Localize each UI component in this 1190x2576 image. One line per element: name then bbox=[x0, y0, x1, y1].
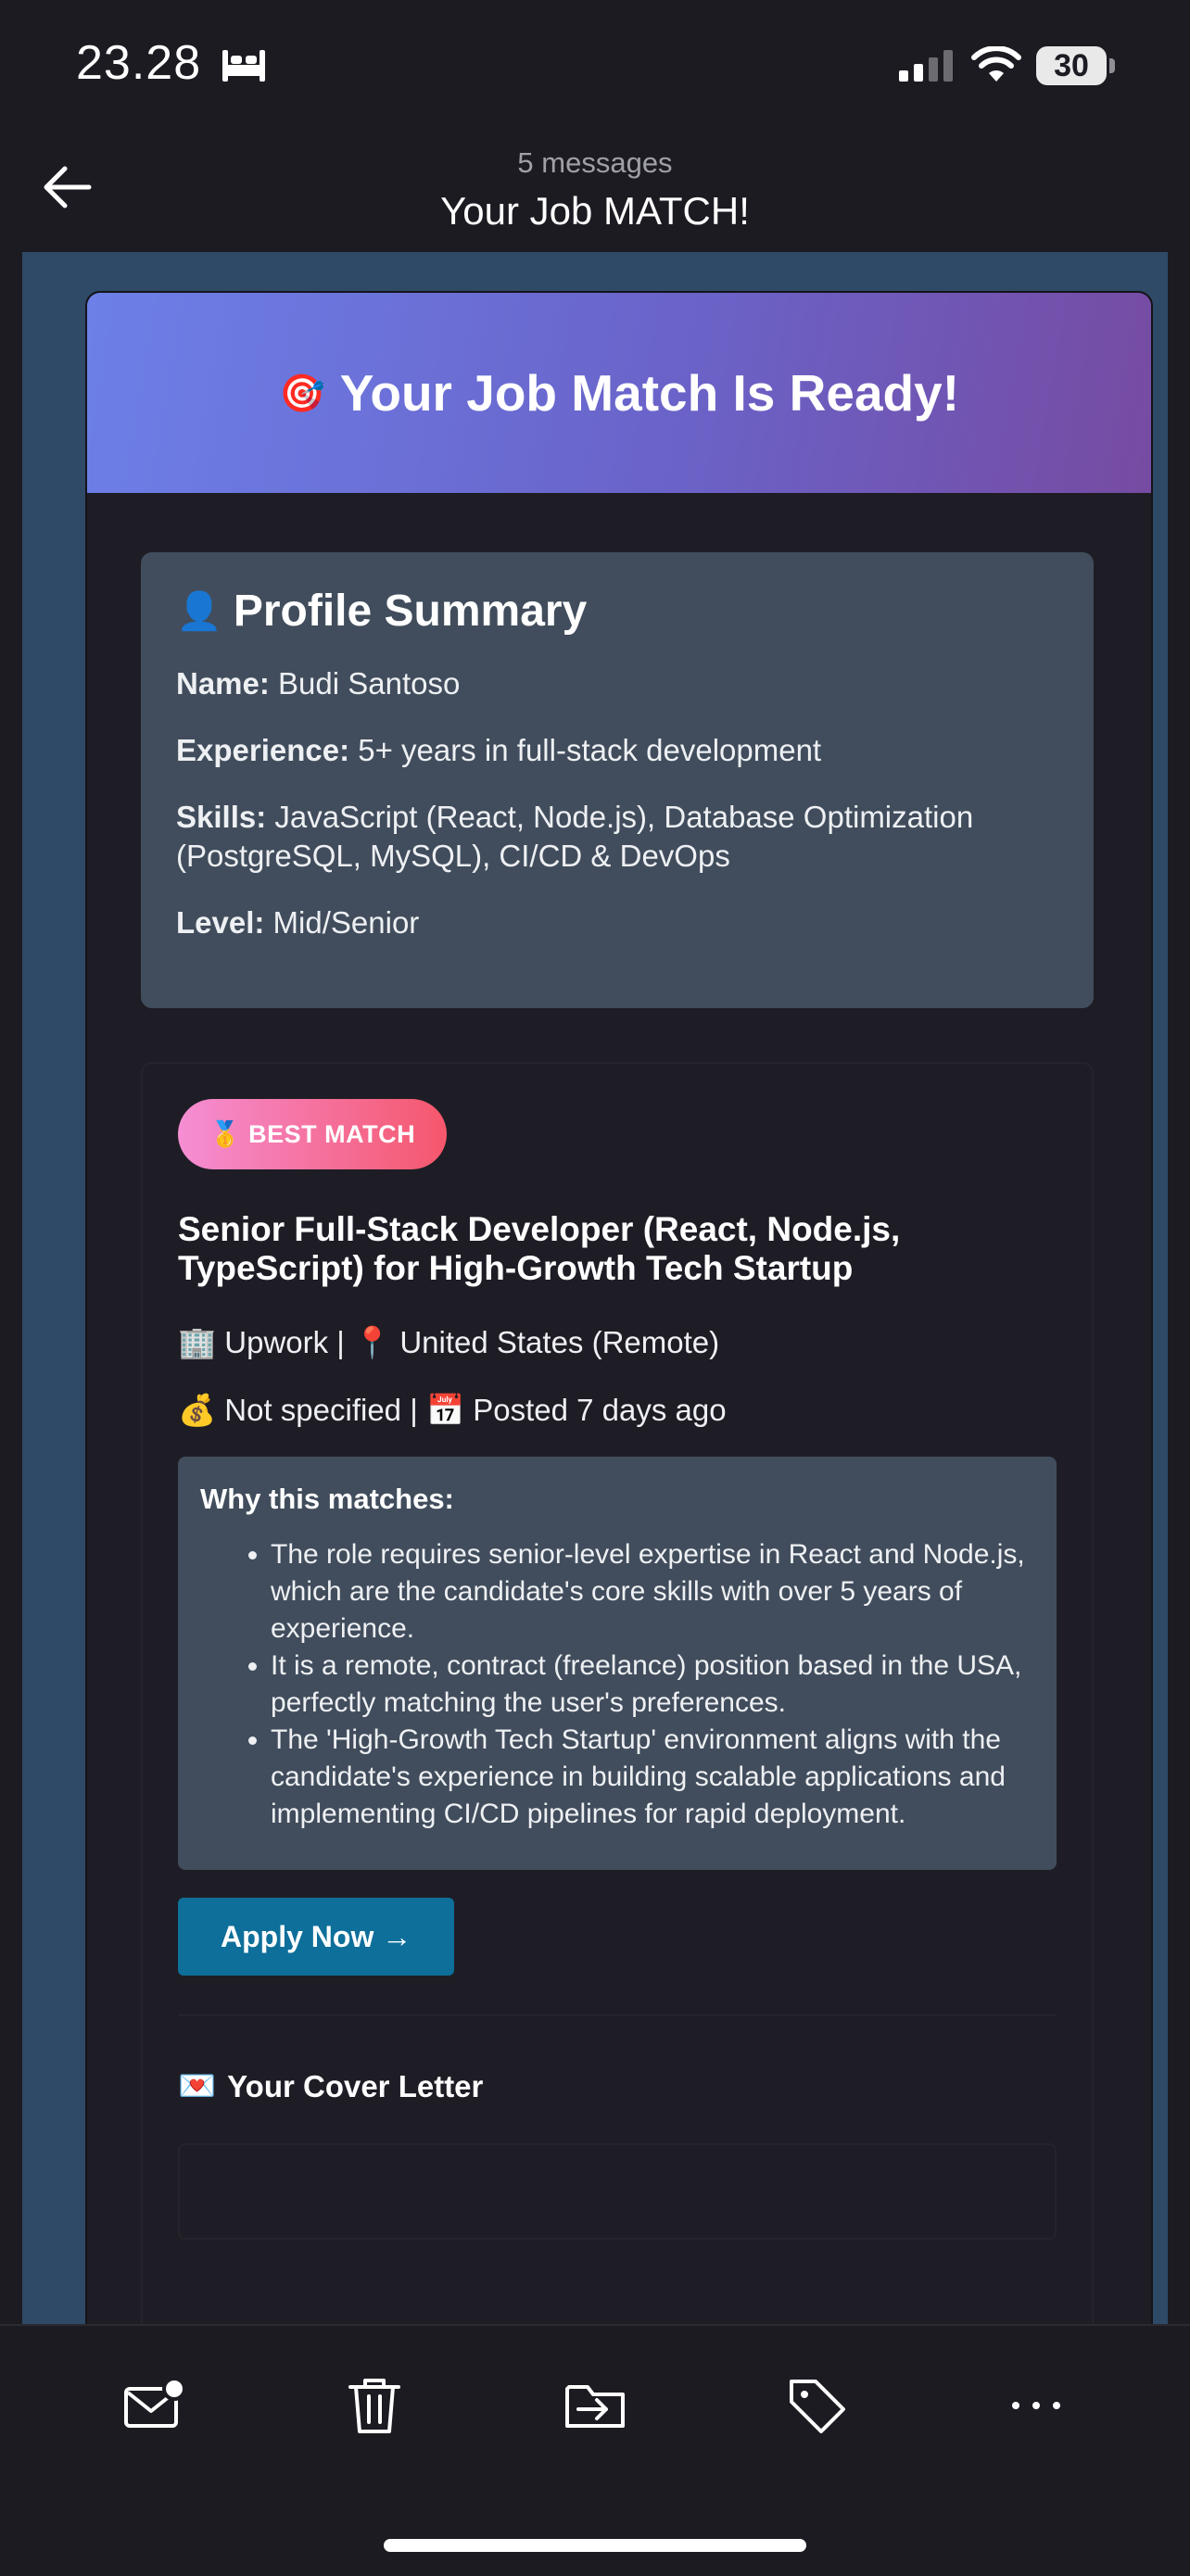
trash-icon[interactable] bbox=[341, 2372, 408, 2439]
job-title: Senior Full-Stack Developer (React, Node… bbox=[178, 1210, 901, 1287]
profile-skills-row: Skills: JavaScript (React, Node.js), Dat… bbox=[176, 798, 1058, 876]
cover-letter-heading-text: Your Cover Letter bbox=[227, 2068, 484, 2103]
email-card: 🎯 Your Job Match Is Ready! 👤 Profile Sum… bbox=[85, 291, 1153, 2324]
cellular-signal-icon bbox=[899, 50, 953, 82]
profile-heading: 👤 Profile Summary bbox=[176, 586, 1058, 637]
list-item: The 'High-Growth Tech Startup' environme… bbox=[271, 1722, 1034, 1833]
list-item: It is a remote, contract (freelance) pos… bbox=[271, 1648, 1034, 1722]
message-count: 5 messages bbox=[517, 146, 673, 179]
tag-icon[interactable] bbox=[784, 2372, 851, 2439]
clock: 23.28 bbox=[76, 36, 202, 90]
name-label: Name: bbox=[176, 666, 270, 701]
company-name: Upwork bbox=[224, 1325, 329, 1359]
banner-heading: 🎯 Your Job Match Is Ready! bbox=[279, 363, 959, 423]
profile-level-row: Level: Mid/Senior bbox=[176, 903, 1058, 942]
battery-cap bbox=[1109, 58, 1115, 73]
home-indicator[interactable] bbox=[384, 2539, 806, 2552]
job-company-location: 🏢 Upwork | 📍 United States (Remote) bbox=[178, 1325, 1057, 1361]
medal-icon: 🥇 bbox=[209, 1120, 242, 1148]
email-background: 🎯 Your Job Match Is Ready! 👤 Profile Sum… bbox=[22, 252, 1168, 2324]
sleep-focus-icon bbox=[222, 50, 265, 82]
job-match-card: 🥇 BEST MATCH Senior Full-Stack Developer… bbox=[141, 1062, 1094, 2324]
skills-label: Skills: bbox=[176, 800, 267, 834]
job-salary-posted: 💰 Not specified | 📅 Posted 7 days ago bbox=[178, 1393, 1057, 1429]
skills-value: JavaScript (React, Node.js), Database Op… bbox=[176, 800, 974, 873]
salary-value: Not specified bbox=[224, 1393, 402, 1427]
email-body[interactable]: 🎯 Your Job Match Is Ready! 👤 Profile Sum… bbox=[0, 252, 1190, 2324]
experience-label: Experience: bbox=[176, 733, 350, 767]
calendar-icon: 📅 bbox=[425, 1393, 465, 1427]
pin-icon: 📍 bbox=[353, 1325, 392, 1359]
building-icon: 🏢 bbox=[178, 1325, 217, 1359]
more-options-icon[interactable] bbox=[1003, 2372, 1070, 2439]
badge-label: BEST MATCH bbox=[248, 1120, 416, 1148]
email-subject-title: Your Job MATCH! bbox=[440, 189, 750, 233]
best-match-badge: 🥇 BEST MATCH bbox=[178, 1099, 448, 1169]
level-label: Level: bbox=[176, 905, 265, 940]
why-this-matches-box: Why this matches: The role requires seni… bbox=[178, 1457, 1057, 1870]
banner-title: Your Job Match Is Ready! bbox=[339, 364, 960, 422]
separator: | bbox=[410, 1393, 418, 1427]
love-letter-icon: 💌 bbox=[178, 2068, 217, 2102]
person-icon: 👤 bbox=[176, 591, 222, 632]
match-reasons-list: The role requires senior-level expertise… bbox=[200, 1536, 1034, 1833]
header-banner: 🎯 Your Job Match Is Ready! bbox=[87, 293, 1151, 493]
wifi-icon bbox=[971, 46, 1021, 82]
move-to-folder-icon[interactable] bbox=[562, 2372, 628, 2439]
battery-indicator: 30 bbox=[1036, 46, 1107, 85]
status-bar: 23.28 30 bbox=[0, 0, 1190, 130]
name-value: Budi Santoso bbox=[278, 666, 461, 701]
target-icon: 🎯 bbox=[278, 373, 325, 414]
posted-date: Posted 7 days ago bbox=[473, 1393, 727, 1427]
apply-now-button[interactable]: Apply Now → bbox=[178, 1898, 455, 1976]
level-value: Mid/Senior bbox=[272, 905, 420, 940]
list-item: The role requires senior-level expertise… bbox=[271, 1536, 1034, 1648]
cover-letter-box bbox=[178, 2143, 1057, 2240]
mark-unread-icon[interactable] bbox=[120, 2372, 187, 2439]
profile-summary-section: 👤 Profile Summary Name: Budi Santoso Exp… bbox=[141, 552, 1094, 1008]
experience-value: 5+ years in full-stack development bbox=[358, 733, 822, 767]
profile-name-row: Name: Budi Santoso bbox=[176, 664, 1058, 703]
profile-heading-text: Profile Summary bbox=[233, 587, 588, 636]
cover-letter-heading: 💌 Your Cover Letter bbox=[178, 2068, 1057, 2104]
divider bbox=[178, 2014, 1057, 2016]
money-bag-icon: 💰 bbox=[178, 1393, 217, 1427]
job-location: United States (Remote) bbox=[399, 1325, 720, 1359]
profile-experience-row: Experience: 5+ years in full-stack devel… bbox=[176, 731, 1058, 770]
why-heading: Why this matches: bbox=[200, 1483, 454, 1515]
separator: | bbox=[336, 1325, 345, 1359]
